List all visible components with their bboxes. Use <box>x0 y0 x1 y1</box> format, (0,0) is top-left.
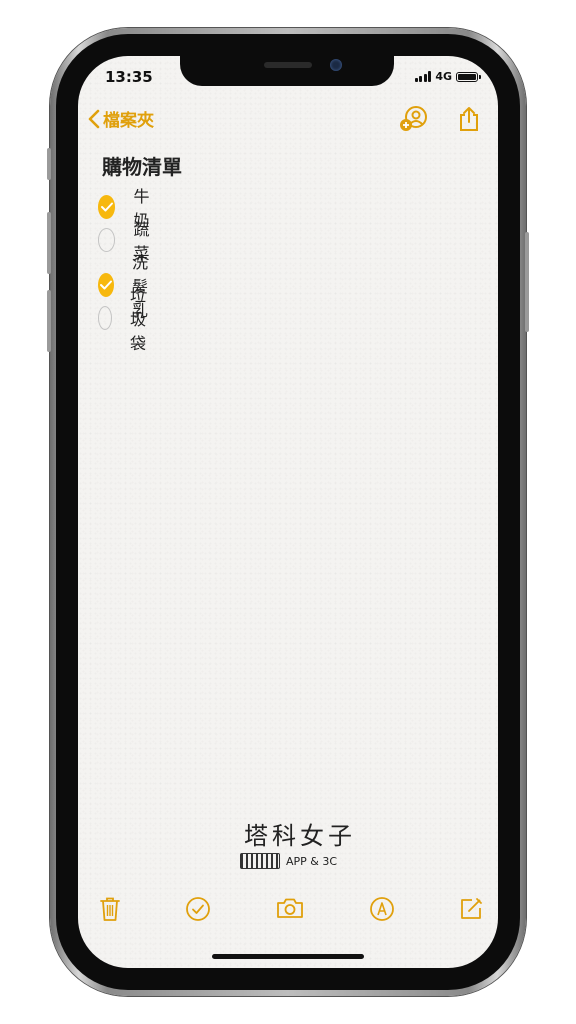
signal-icon <box>414 71 432 82</box>
watermark-subtitle: APP & 3C <box>286 854 338 868</box>
camera-button[interactable] <box>276 896 304 924</box>
list-item: 垃圾袋 <box>98 282 156 354</box>
share-button[interactable] <box>457 106 481 136</box>
compose-button[interactable] <box>458 896 484 926</box>
power-button <box>525 232 529 332</box>
mute-switch <box>47 148 51 180</box>
share-icon <box>460 107 478 131</box>
add-person-button[interactable] <box>400 106 428 136</box>
note-title[interactable]: 購物清單 <box>102 151 182 180</box>
back-label: 檔案夾 <box>103 111 154 131</box>
markup-icon <box>370 897 394 921</box>
checklist-button[interactable] <box>185 896 211 926</box>
home-indicator[interactable] <box>212 954 364 959</box>
trash-icon <box>100 897 120 921</box>
chevron-left-icon <box>88 109 100 128</box>
watermark-logo: 塔科女子 APP & 3C <box>240 816 360 869</box>
bottom-toolbar <box>78 896 498 930</box>
watermark-title: 塔科女子 <box>244 822 356 850</box>
markup-button[interactable] <box>369 896 395 926</box>
notes-screen: 13:35 4G 檔案夾 購物清單 牛奶 蔬菜 洗髮乳 垃圾袋 塔科女子 APP… <box>78 56 498 968</box>
volume-down-button <box>47 290 51 352</box>
status-time: 13:35 <box>105 68 153 86</box>
volume-up-button <box>47 212 51 274</box>
battery-icon <box>456 71 481 82</box>
camera-icon <box>277 898 303 918</box>
status-indicators: 4G <box>414 70 481 83</box>
delete-button[interactable] <box>98 896 122 926</box>
back-button[interactable]: 檔案夾 <box>88 106 154 131</box>
add-person-icon <box>400 106 427 131</box>
compose-icon <box>461 898 482 919</box>
checkmark-icon <box>100 202 113 212</box>
checklist-icon <box>186 897 210 921</box>
keyboard-icon <box>240 853 280 869</box>
checkbox[interactable] <box>98 306 112 330</box>
notch <box>180 56 394 86</box>
network-type: 4G <box>435 70 452 83</box>
list-item-label[interactable]: 垃圾袋 <box>130 282 156 354</box>
speaker <box>264 62 312 68</box>
front-camera <box>330 59 342 71</box>
